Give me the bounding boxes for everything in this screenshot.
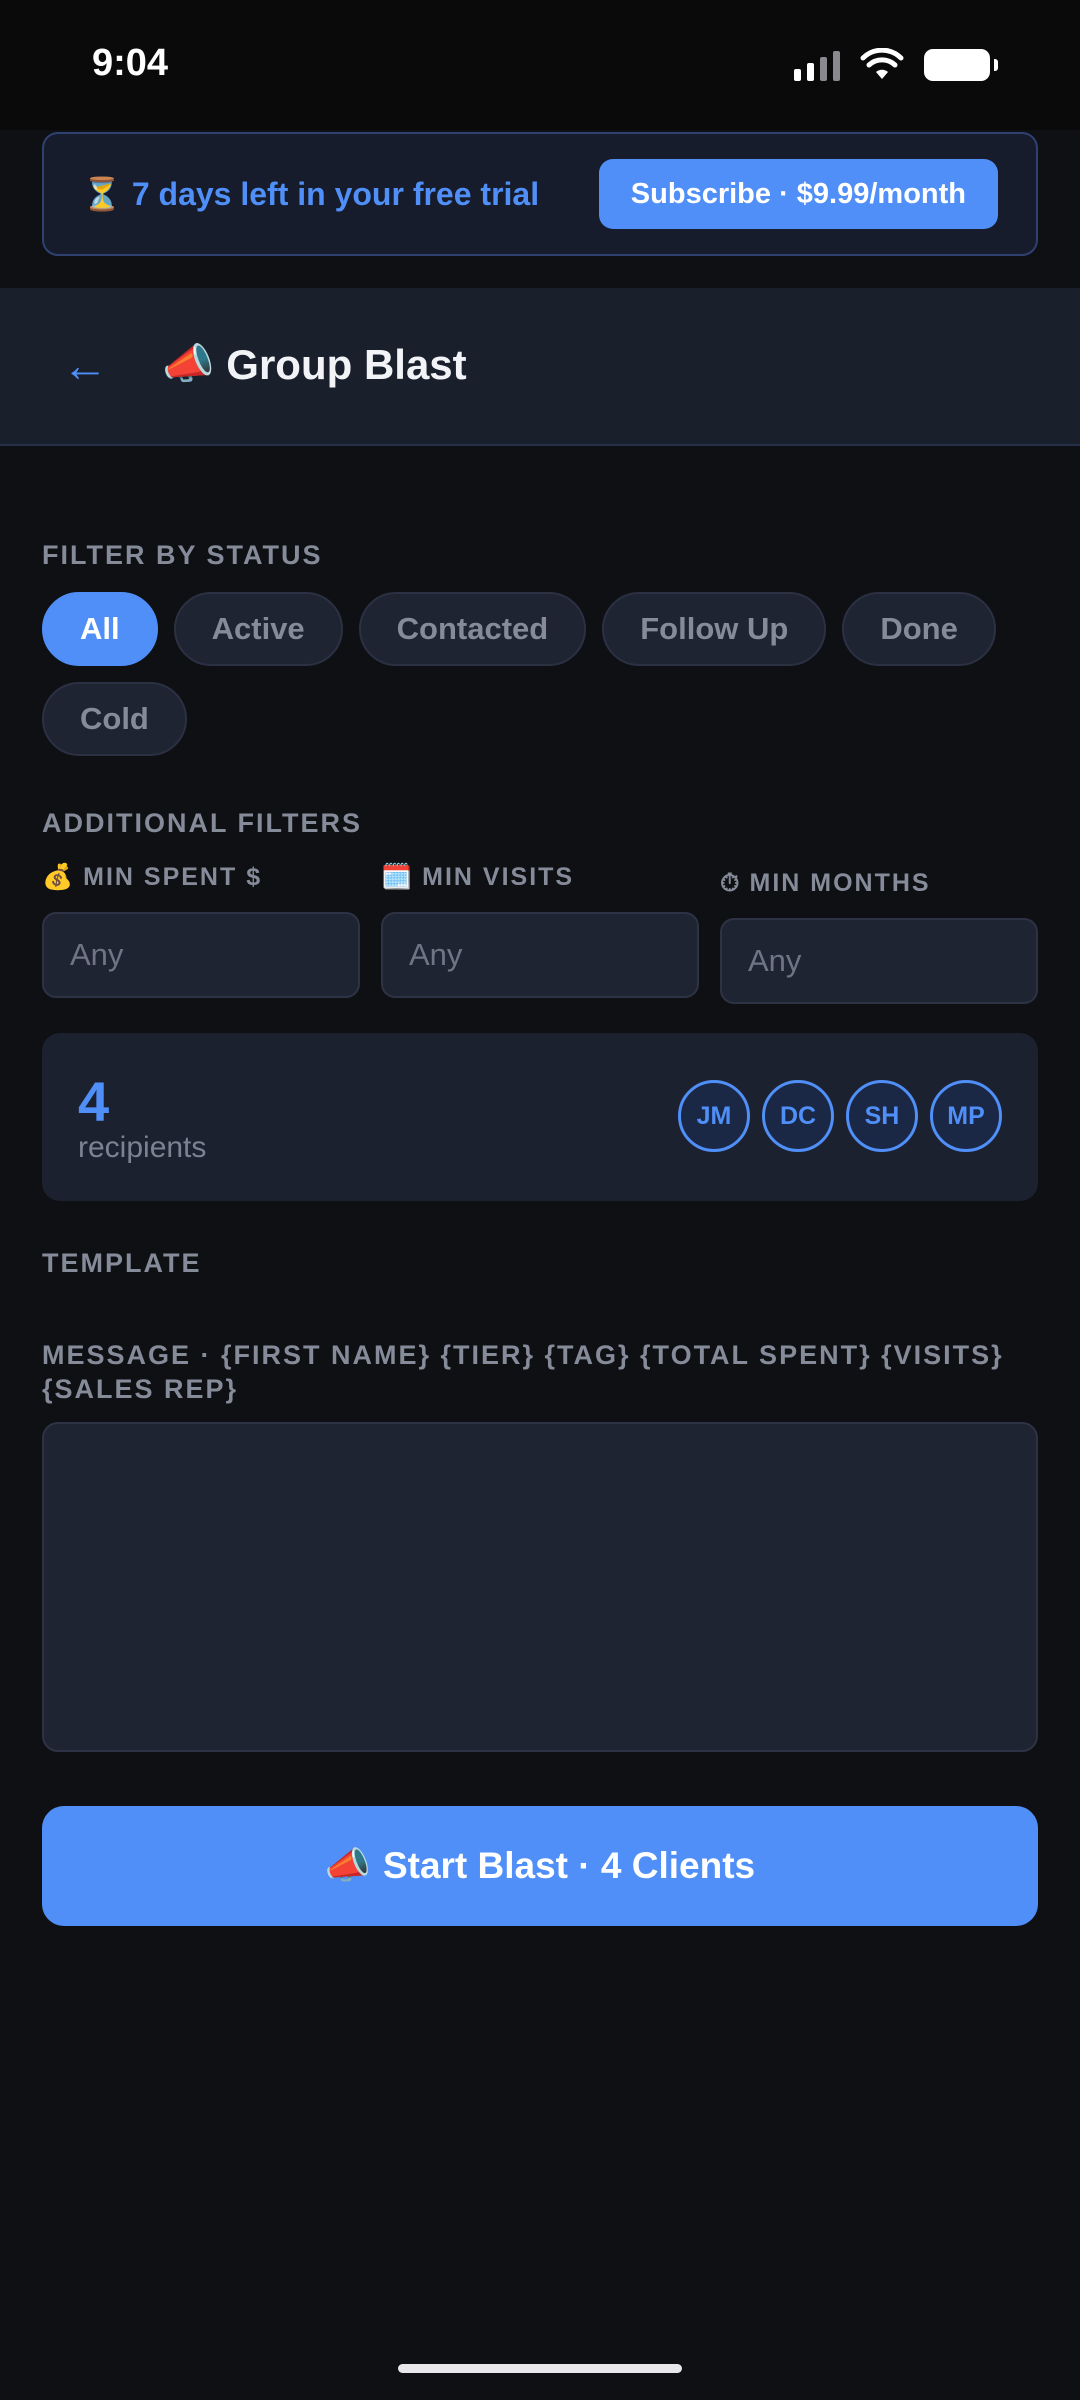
stopwatch-icon: ⏱ [720, 868, 742, 897]
home-indicator[interactable] [398, 2364, 682, 2373]
status-bar: 9:04 [0, 0, 1080, 130]
trial-text: ⏳ 7 days left in your free trial [82, 175, 539, 213]
min-spent-label-text: MIN SPENT $ [83, 862, 263, 891]
recipient-avatars: JM DC SH MP [678, 1080, 1002, 1152]
megaphone-icon: 📣 [324, 1844, 371, 1886]
min-visits-label: 🗓️ MIN VISITS [381, 860, 699, 894]
trial-banner: ⏳ 7 days left in your free trial Subscri… [42, 132, 1038, 256]
status-chips: All Active Contacted Follow Up Done Cold [42, 592, 1042, 756]
min-spent-filter: 💰 MIN SPENT $ [42, 860, 360, 998]
min-visits-label-text: MIN VISITS [422, 862, 575, 891]
recipients-count: 4 [78, 1070, 110, 1133]
chip-contacted[interactable]: Contacted [358, 592, 587, 666]
page-title-text: Group Blast [226, 340, 467, 388]
start-blast-button[interactable]: 📣 Start Blast · 4 Clients [42, 1806, 1038, 1926]
min-months-filter: ⏱ MIN MONTHS [720, 866, 1038, 1004]
cellular-signal-icon [794, 49, 840, 81]
min-months-input[interactable] [720, 918, 1038, 1004]
template-label: TEMPLATE [42, 1248, 202, 1278]
min-spent-input[interactable] [42, 912, 360, 998]
status-time: 9:04 [92, 42, 169, 84]
chip-all[interactable]: All [42, 592, 158, 666]
avatar[interactable]: JM [678, 1080, 750, 1152]
battery-icon [924, 49, 998, 81]
page-header: ← 📣 Group Blast [0, 288, 1080, 446]
money-bag-icon: 💰 [42, 862, 76, 891]
page-title: 📣 Group Blast [162, 340, 467, 389]
megaphone-icon: 📣 [162, 340, 215, 387]
chip-done[interactable]: Done [842, 592, 996, 666]
min-spent-label: 💰 MIN SPENT $ [42, 860, 360, 894]
status-icons [794, 48, 998, 82]
filter-status-label: FILTER BY STATUS [42, 540, 323, 570]
trial-message: 7 days left in your free trial [131, 175, 540, 212]
recipients-label: recipients [78, 1131, 207, 1164]
message-textarea[interactable] [42, 1422, 1038, 1752]
min-months-label-text: MIN MONTHS [749, 868, 931, 897]
recipients-card: 4 recipients JM DC SH MP [42, 1033, 1038, 1201]
calendar-icon: 🗓️ [381, 862, 415, 891]
chip-cold[interactable]: Cold [42, 682, 187, 756]
start-blast-label: Start Blast · 4 Clients [382, 1845, 756, 1886]
back-arrow-icon[interactable]: ← [62, 338, 108, 392]
additional-filters-label: ADDITIONAL FILTERS [42, 808, 362, 838]
avatar[interactable]: MP [930, 1080, 1002, 1152]
message-label: MESSAGE · {FIRST NAME} {TIER} {TAG} {TOT… [42, 1340, 1004, 1404]
avatar[interactable]: DC [762, 1080, 834, 1152]
subscribe-button[interactable]: Subscribe · $9.99/month [598, 159, 998, 229]
min-months-label: ⏱ MIN MONTHS [720, 866, 1038, 900]
wifi-icon [860, 48, 904, 79]
hourglass-icon: ⏳ [82, 176, 122, 212]
min-visits-filter: 🗓️ MIN VISITS [381, 860, 699, 998]
min-visits-input[interactable] [381, 912, 699, 998]
chip-active[interactable]: Active [173, 592, 343, 666]
chip-follow-up[interactable]: Follow Up [602, 592, 827, 666]
avatar[interactable]: SH [846, 1080, 918, 1152]
